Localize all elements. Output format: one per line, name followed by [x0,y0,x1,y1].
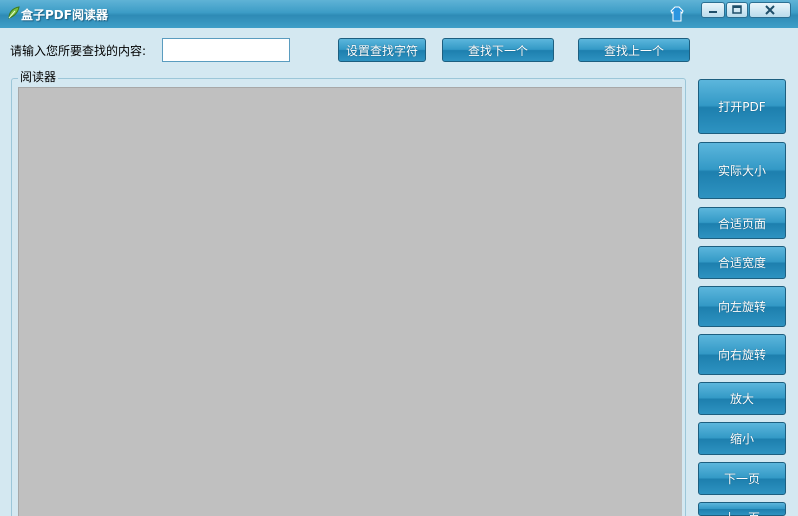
find-previous-button[interactable]: 查找上一个 [578,38,690,62]
maximize-icon [732,5,742,14]
previous-page-button[interactable]: 上一页 [698,502,786,516]
actual-size-button[interactable]: 实际大小 [698,142,786,199]
set-search-string-button[interactable]: 设置查找字符 [338,38,426,62]
fit-page-button[interactable]: 合适页面 [698,207,786,239]
find-next-button[interactable]: 查找下一个 [442,38,554,62]
window-title: 盒子PDF阅读器 [21,8,108,22]
rotate-right-button[interactable]: 向右旋转 [698,334,786,375]
search-label: 请输入您所要查找的内容: [10,44,147,58]
app-window: 盒子PDF阅读器 请输入您所要查找的内容: 设置查找字符 查找下一个 查找上一个 [0,0,798,516]
open-pdf-button[interactable]: 打开PDF [698,79,786,134]
zoom-out-button[interactable]: 缩小 [698,422,786,455]
minimize-button[interactable] [701,2,725,18]
rotate-left-button[interactable]: 向左旋转 [698,286,786,327]
fit-width-button[interactable]: 合适宽度 [698,246,786,279]
skin-icon[interactable] [669,5,685,23]
minimize-icon [709,11,717,13]
search-input[interactable] [162,38,290,62]
titlebar[interactable]: 盒子PDF阅读器 [0,0,798,28]
maximize-button[interactable] [726,2,748,18]
close-button[interactable] [749,2,791,18]
pdf-viewer-area[interactable] [18,87,682,516]
close-icon [765,5,775,15]
next-page-button[interactable]: 下一页 [698,462,786,495]
app-logo-icon [7,6,20,20]
zoom-in-button[interactable]: 放大 [698,382,786,415]
reader-group-label: 阅读器 [18,68,59,85]
